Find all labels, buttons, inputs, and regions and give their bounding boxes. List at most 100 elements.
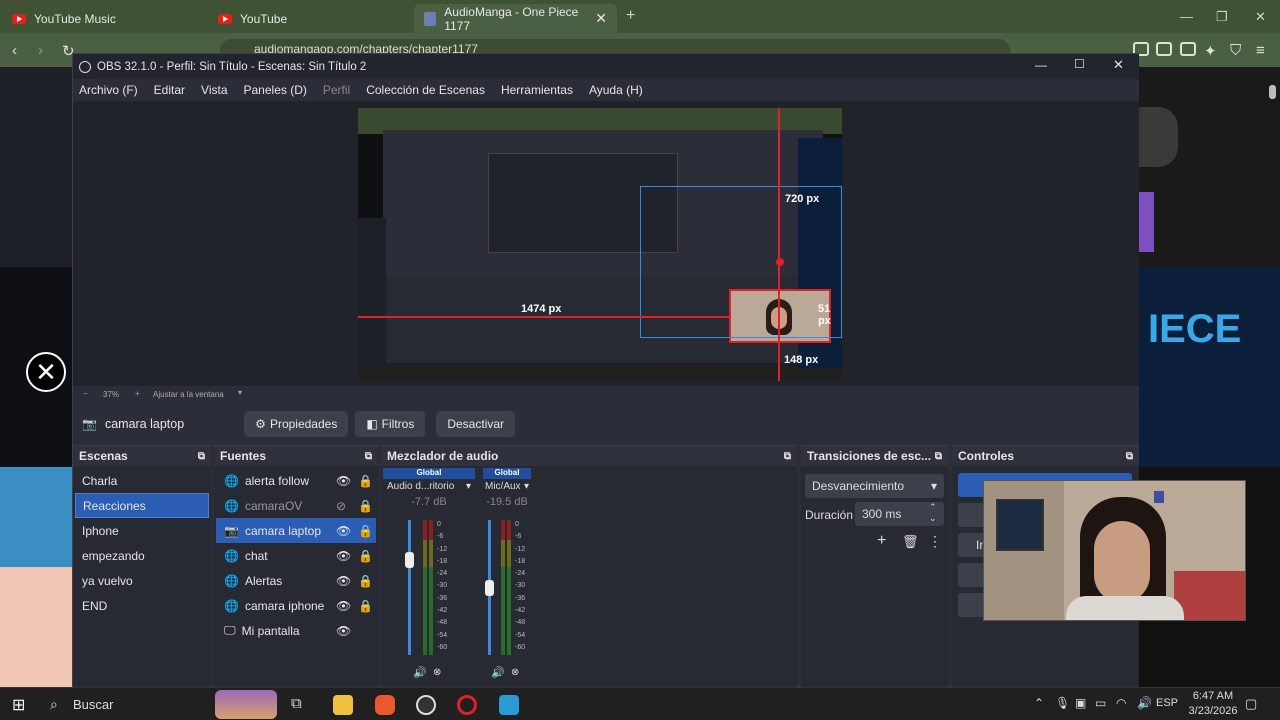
minimize-icon[interactable]: — bbox=[1180, 9, 1193, 24]
fit-window-label[interactable]: Ajustar a la ventana bbox=[153, 390, 224, 399]
sidebar-icon[interactable] bbox=[1156, 42, 1172, 56]
monitor-off-icon[interactable]: ⊗ bbox=[511, 667, 519, 678]
wallet-icon[interactable] bbox=[1180, 42, 1196, 56]
opera-icon[interactable] bbox=[457, 695, 477, 715]
monitor-off-icon[interactable]: ⊗ bbox=[433, 667, 441, 678]
menu-vista[interactable]: Vista bbox=[201, 83, 227, 97]
guide-handle[interactable] bbox=[776, 258, 784, 266]
hidden-icon[interactable]: ⊘ bbox=[336, 499, 346, 513]
widget-icon[interactable] bbox=[215, 690, 277, 719]
taskbar-search[interactable]: Buscar bbox=[73, 697, 113, 712]
preview-canvas[interactable]: 720 px 1474 px 51 px 148 px bbox=[358, 108, 842, 381]
duration-field[interactable]: 300 ms ⌃ ⌄ bbox=[855, 502, 944, 526]
restore-icon[interactable]: ❐ bbox=[1216, 9, 1228, 25]
scene-item[interactable]: ya vuelvo bbox=[75, 568, 209, 593]
zoom-out-icon[interactable]: − bbox=[83, 389, 88, 398]
stepper-icon[interactable]: ⌃ ⌄ bbox=[929, 502, 937, 524]
shield-icon[interactable]: ⛉ bbox=[1230, 42, 1241, 59]
file-explorer-icon[interactable] bbox=[333, 695, 353, 715]
scene-item[interactable]: empezando bbox=[75, 543, 209, 568]
visibility-icon[interactable]: 👁 bbox=[336, 574, 351, 588]
clock-time[interactable]: 6:47 AM bbox=[1188, 690, 1238, 702]
notification-icon[interactable]: ▢ bbox=[1245, 696, 1257, 712]
lock-icon[interactable]: 🔒 bbox=[358, 599, 373, 613]
fader-track[interactable] bbox=[408, 520, 411, 655]
zoom-dropdown-icon[interactable]: ▾ bbox=[238, 388, 242, 397]
menu-ayuda[interactable]: Ayuda (H) bbox=[589, 83, 643, 97]
menu-perfil[interactable]: Perfil bbox=[323, 83, 350, 97]
transition-select[interactable]: Desvanecimiento ▾ bbox=[805, 474, 944, 498]
tab-youtube[interactable]: YouTube bbox=[208, 4, 413, 33]
app-icon[interactable] bbox=[499, 695, 519, 715]
obs-minimize-icon[interactable]: — bbox=[1035, 58, 1047, 72]
speaker-icon[interactable]: 🔊 bbox=[413, 666, 427, 679]
visibility-icon[interactable]: 👁 bbox=[336, 524, 351, 538]
dock-float-icon[interactable]: ⧉ bbox=[935, 451, 942, 462]
zoom-in-icon[interactable]: + bbox=[135, 389, 140, 398]
source-item[interactable]: 🌐 Alertas 👁 🔒 bbox=[216, 568, 376, 593]
trash-icon[interactable]: 🗑 bbox=[902, 534, 919, 550]
network-icon[interactable]: ▣ bbox=[1075, 696, 1086, 710]
scrollbar-thumb[interactable] bbox=[1269, 85, 1276, 99]
chevron-up-icon[interactable]: ⌃ bbox=[1034, 696, 1044, 710]
dock-float-icon[interactable]: ⧉ bbox=[365, 451, 372, 462]
more-options-icon[interactable]: ⋮ bbox=[928, 533, 942, 550]
dock-float-icon[interactable]: ⧉ bbox=[1126, 451, 1133, 462]
visibility-icon[interactable]: 👁 bbox=[336, 474, 351, 488]
channel-dropdown-icon[interactable]: ▾ bbox=[524, 481, 529, 492]
add-transition-icon[interactable]: + bbox=[877, 532, 886, 550]
visibility-icon[interactable]: 👁 bbox=[336, 549, 351, 563]
properties-button[interactable]: ⚙ Propiedades bbox=[244, 411, 349, 437]
menu-archivo[interactable]: Archivo (F) bbox=[79, 83, 138, 97]
menu-paneles[interactable]: Paneles (D) bbox=[244, 83, 307, 97]
mic-icon[interactable]: 🎙 bbox=[1055, 696, 1070, 710]
lock-icon[interactable]: 🔒 bbox=[358, 474, 373, 488]
scene-item[interactable]: Charla bbox=[75, 468, 209, 493]
source-item[interactable]: 🌐 alerta follow 👁 🔒 bbox=[216, 468, 376, 493]
deactivate-button[interactable]: Desactivar bbox=[436, 411, 516, 437]
close-window-icon[interactable]: ✕ bbox=[1255, 9, 1266, 25]
source-item-selected[interactable]: 📷 camara laptop 👁 🔒 bbox=[216, 518, 376, 543]
scene-item[interactable]: Iphone bbox=[75, 518, 209, 543]
visibility-icon[interactable]: 👁 bbox=[336, 624, 351, 638]
task-view-icon[interactable]: ⧉ bbox=[291, 695, 302, 712]
scene-item[interactable]: END bbox=[75, 593, 209, 618]
tab-youtube-music[interactable]: YouTube Music bbox=[2, 4, 207, 33]
fader-handle[interactable] bbox=[485, 580, 494, 596]
dock-float-icon[interactable]: ⧉ bbox=[198, 451, 205, 462]
lock-icon[interactable]: 🔒 bbox=[358, 574, 373, 588]
menu-icon[interactable]: ≡ bbox=[1256, 42, 1265, 59]
source-item[interactable]: 🌐 camaraOV ⊘ 🔒 bbox=[216, 493, 376, 518]
lock-icon[interactable]: 🔒 bbox=[358, 499, 373, 513]
dock-float-icon[interactable]: ⧉ bbox=[784, 451, 791, 462]
search-icon[interactable]: ⌕ bbox=[50, 696, 58, 713]
battery-icon[interactable]: ▭ bbox=[1095, 696, 1106, 710]
source-item[interactable]: 🖵 Mi pantalla 👁 bbox=[216, 618, 376, 643]
lock-icon[interactable]: 🔒 bbox=[358, 549, 373, 563]
speaker-icon[interactable]: 🔊 bbox=[491, 666, 505, 679]
windows-start-icon[interactable]: ⊞ bbox=[12, 695, 25, 715]
preview-area[interactable]: 720 px 1474 px 51 px 148 px bbox=[73, 101, 1139, 386]
close-tab-icon[interactable]: ✕ bbox=[595, 10, 607, 27]
menu-coleccion[interactable]: Colección de Escenas bbox=[366, 83, 485, 97]
lock-icon[interactable]: 🔒 bbox=[358, 524, 373, 538]
visibility-icon[interactable]: 👁 bbox=[336, 599, 351, 613]
channel-dropdown-icon[interactable]: ▾ bbox=[466, 481, 471, 492]
forward-icon[interactable]: › bbox=[38, 42, 43, 59]
menu-editar[interactable]: Editar bbox=[154, 83, 185, 97]
back-icon[interactable]: ‹ bbox=[12, 42, 17, 59]
new-tab-button[interactable]: + bbox=[626, 7, 635, 25]
fader-handle[interactable] bbox=[405, 552, 414, 568]
filters-button[interactable]: ◧ Filtros bbox=[355, 411, 426, 437]
brave-icon[interactable] bbox=[375, 695, 395, 715]
obs-close-icon[interactable]: ✕ bbox=[1113, 57, 1124, 73]
tab-audiomanga[interactable]: AudioManga - One Piece 1177 ✕ bbox=[414, 4, 617, 33]
clock-date[interactable]: 3/23/2026 bbox=[1184, 705, 1242, 717]
obs-maximize-icon[interactable]: ☐ bbox=[1074, 57, 1085, 71]
wifi-icon[interactable]: ◠ bbox=[1116, 696, 1126, 710]
ai-icon[interactable]: ✦ bbox=[1204, 42, 1217, 60]
language-indicator[interactable]: ESP bbox=[1156, 697, 1178, 709]
menu-herramientas[interactable]: Herramientas bbox=[501, 83, 573, 97]
obs-taskbar-icon[interactable] bbox=[416, 695, 436, 715]
scene-item-selected[interactable]: Reacciones bbox=[75, 493, 209, 518]
